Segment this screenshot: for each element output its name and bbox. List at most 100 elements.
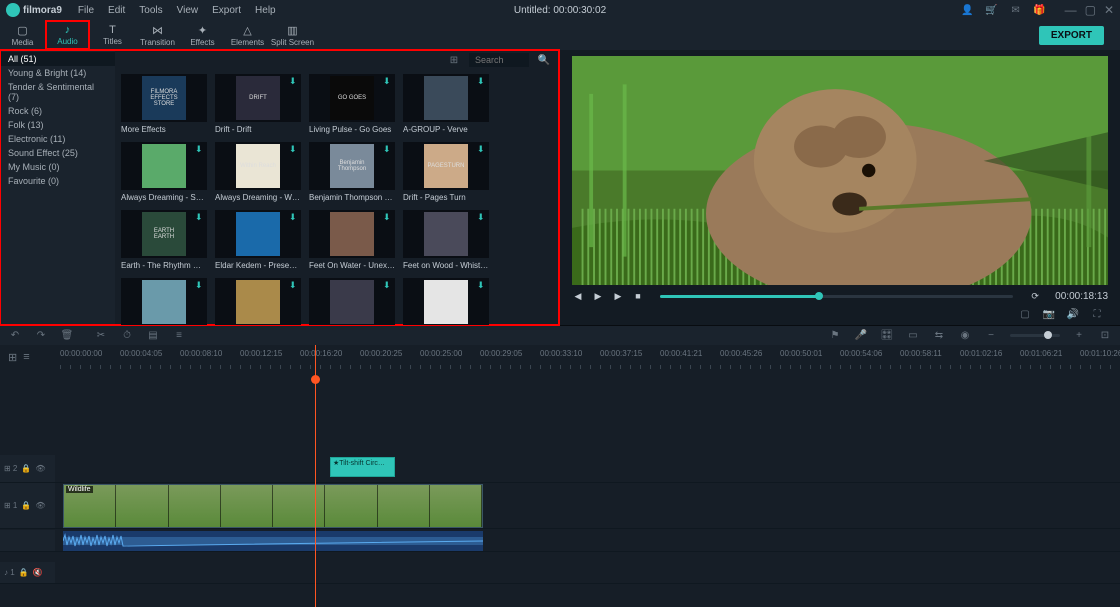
zoom-slider[interactable]: [1010, 334, 1060, 337]
lock-icon[interactable]: 🔒: [21, 501, 31, 510]
audio-thumb[interactable]: ⬇: [403, 278, 489, 325]
ripple-icon[interactable]: ⇆: [932, 329, 946, 343]
audio-thumb[interactable]: ⬇Feet On Water - Unexpec…: [309, 210, 395, 270]
play-button[interactable]: ▶: [592, 290, 604, 302]
sidebar-item[interactable]: Electronic (11): [0, 132, 115, 146]
search-input[interactable]: [469, 53, 529, 67]
speed-icon[interactable]: ⏱: [120, 329, 134, 343]
sidebar-item[interactable]: Rock (6): [0, 104, 115, 118]
tab-audio[interactable]: ♪Audio: [45, 20, 90, 50]
menu-help[interactable]: Help: [255, 5, 276, 16]
maximize-icon[interactable]: ▢: [1085, 3, 1096, 17]
fx-clip[interactable]: ★Tilt-shift Circ…: [330, 457, 395, 477]
timeline-menu-icon[interactable]: ⊞: [8, 351, 17, 364]
timeline-tracks-icon[interactable]: ≡: [23, 351, 29, 364]
audio-thumb[interactable]: ⬇DRIFTDrift - Drift: [215, 74, 301, 134]
snapshot-icon[interactable]: ▢: [1018, 307, 1032, 321]
search-icon[interactable]: 🔍: [537, 53, 551, 67]
split-icon[interactable]: ✂: [94, 329, 108, 343]
sidebar-item[interactable]: Tender & Sentimental (7): [0, 80, 115, 104]
tab-media[interactable]: ▢Media: [0, 20, 45, 50]
prev-frame-button[interactable]: ◀: [572, 290, 584, 302]
download-icon[interactable]: ⬇: [289, 280, 299, 290]
redo-icon[interactable]: ↷: [34, 329, 48, 343]
eye-icon[interactable]: 👁: [35, 501, 45, 510]
undo-icon[interactable]: ↶: [8, 329, 22, 343]
mixer-icon[interactable]: 🎛: [880, 329, 894, 343]
volume-icon[interactable]: 🔊: [1066, 307, 1080, 321]
menu-tools[interactable]: Tools: [139, 5, 162, 16]
tab-elements[interactable]: △Elements: [225, 20, 270, 50]
sidebar-item[interactable]: Sound Effect (25): [0, 146, 115, 160]
crop-icon[interactable]: ▤: [146, 329, 160, 343]
eye-icon[interactable]: 👁: [35, 464, 45, 473]
sidebar-item[interactable]: My Music (0): [0, 160, 115, 174]
cart-icon[interactable]: 🛒: [985, 3, 999, 17]
marker-icon[interactable]: ⚑: [828, 329, 842, 343]
snap-icon[interactable]: ◉: [958, 329, 972, 343]
download-icon[interactable]: ⬇: [383, 280, 393, 290]
message-icon[interactable]: ✉: [1009, 3, 1023, 17]
zoom-out-icon[interactable]: −: [984, 329, 998, 343]
lock-icon[interactable]: 🔒: [19, 568, 29, 577]
mic-icon[interactable]: 🎤: [854, 329, 868, 343]
audio-thumb[interactable]: ⬇: [121, 278, 207, 325]
stop-button[interactable]: ■: [632, 290, 644, 302]
audio-thumb[interactable]: ⬇PAGESTURNDrift - Pages Turn: [403, 142, 489, 202]
zoom-fit-icon[interactable]: ⊡: [1098, 329, 1112, 343]
menu-edit[interactable]: Edit: [108, 5, 125, 16]
camera-icon[interactable]: 📷: [1042, 307, 1056, 321]
tab-titles[interactable]: TTitles: [90, 20, 135, 50]
render-icon[interactable]: ▭: [906, 329, 920, 343]
video-clip[interactable]: Wildlife: [63, 484, 483, 528]
download-icon[interactable]: ⬇: [477, 280, 487, 290]
menu-view[interactable]: View: [177, 5, 199, 16]
download-icon[interactable]: ⬇: [289, 212, 299, 222]
user-icon[interactable]: 👤: [961, 3, 975, 17]
audio-thumb[interactable]: ⬇Always Dreaming - Same …: [121, 142, 207, 202]
sidebar-item[interactable]: Young & Bright (14): [0, 66, 115, 80]
audio-thumb[interactable]: ⬇: [215, 278, 301, 325]
next-frame-button[interactable]: ▶: [612, 290, 624, 302]
audio-thumb[interactable]: ⬇EARTH EARTHEarth - The Rhythm Of M…: [121, 210, 207, 270]
audio-thumb[interactable]: FILMORA EFFECTS STOREMore Effects: [121, 74, 207, 134]
loop-icon[interactable]: ⟳: [1029, 290, 1041, 302]
lock-icon[interactable]: 🔒: [21, 464, 31, 473]
menu-export[interactable]: Export: [212, 5, 241, 16]
download-icon[interactable]: ⬇: [383, 76, 393, 86]
audio-thumb[interactable]: ⬇A-GROUP - Verve: [403, 74, 489, 134]
fullscreen-icon[interactable]: ⛶: [1090, 307, 1104, 321]
audio-thumb[interactable]: ⬇Within ReachAlways Dreaming - Withi…: [215, 142, 301, 202]
tab-transition[interactable]: ⋈Transition: [135, 20, 180, 50]
download-icon[interactable]: ⬇: [195, 280, 205, 290]
download-icon[interactable]: ⬇: [477, 212, 487, 222]
audio-thumb[interactable]: ⬇Feet on Wood - Whistling…: [403, 210, 489, 270]
download-icon[interactable]: ⬇: [477, 144, 487, 154]
delete-icon[interactable]: 🗑: [60, 329, 74, 343]
download-icon[interactable]: ⬇: [477, 76, 487, 86]
audio-waveform[interactable]: [63, 531, 483, 551]
download-icon[interactable]: ⬇: [289, 144, 299, 154]
menu-file[interactable]: File: [78, 5, 94, 16]
gift-icon[interactable]: 🎁: [1033, 3, 1047, 17]
download-icon[interactable]: ⬇: [383, 212, 393, 222]
audio-thumb[interactable]: ⬇: [309, 278, 395, 325]
audio-thumb[interactable]: ⬇Eldar Kedem - Present M…: [215, 210, 301, 270]
close-icon[interactable]: ✕: [1104, 3, 1114, 17]
tab-effects[interactable]: ✦Effects: [180, 20, 225, 50]
sidebar-item[interactable]: Folk (13): [0, 118, 115, 132]
sidebar-item[interactable]: Favourite (0): [0, 174, 115, 188]
zoom-in-icon[interactable]: +: [1072, 329, 1086, 343]
adjust-icon[interactable]: ≡: [172, 329, 186, 343]
mute-icon[interactable]: 🔇: [33, 568, 43, 577]
download-icon[interactable]: ⬇: [289, 76, 299, 86]
minimize-icon[interactable]: —: [1065, 3, 1077, 17]
download-icon[interactable]: ⬇: [195, 212, 205, 222]
tab-split[interactable]: ▥Split Screen: [270, 20, 315, 50]
sidebar-item[interactable]: All (51): [0, 52, 115, 66]
download-icon[interactable]: ⬇: [383, 144, 393, 154]
playhead[interactable]: [315, 345, 316, 607]
audio-thumb[interactable]: ⬇GO GOESLiving Pulse - Go Goes: [309, 74, 395, 134]
preview-canvas[interactable]: [572, 56, 1108, 285]
download-icon[interactable]: ⬇: [195, 144, 205, 154]
